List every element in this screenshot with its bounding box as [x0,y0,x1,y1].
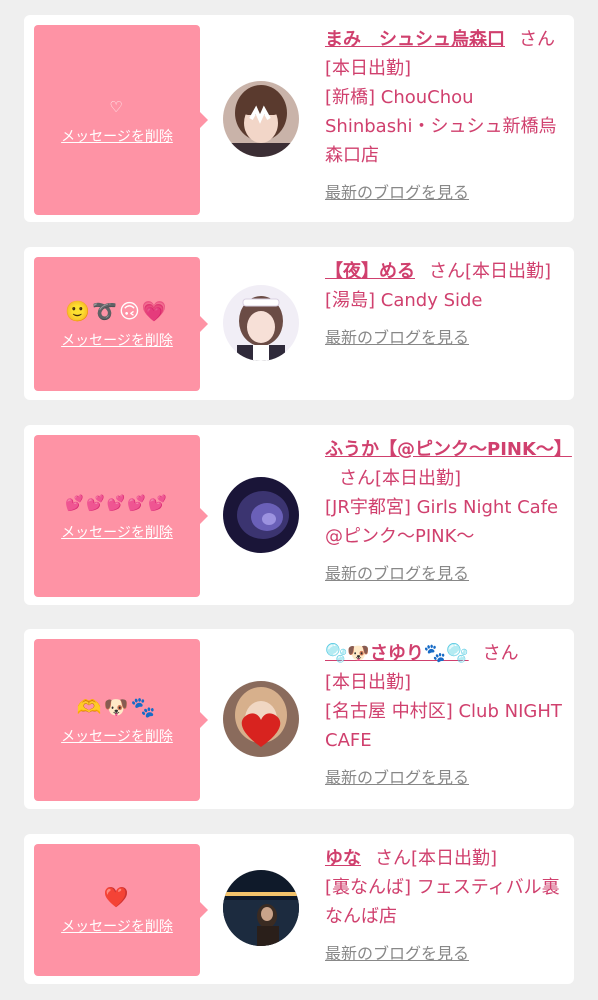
message-text: ❤️ [103,885,131,909]
night-river-photo-icon [223,870,299,946]
cast-name-link[interactable]: 【夜】める [325,261,415,282]
message-bubble: 🫶🐶🐾 メッセージを削除 [34,639,208,801]
delete-message-button[interactable]: メッセージを削除 [61,522,173,542]
shop-name: [湯島] Candy Side [325,290,483,311]
message-card: 🙂➰🙃💗 メッセージを削除 【夜】める さん[本日出勤] [湯島] Candy S… [24,247,574,400]
maid-costume-photo-icon [223,285,299,361]
latest-blog-link[interactable]: 最新のブログを見る [325,939,469,968]
honorific: さん [375,848,411,869]
shop-name: [名古屋 中村区] Club NIGHT CAFE [325,701,562,751]
message-text: 🙂➰🙃💗 [65,299,169,323]
message-bubble: ❤️ メッセージを削除 [34,844,208,976]
avatar[interactable] [223,477,299,553]
cast-name-link[interactable]: 🫧🐶さゆり🐾🫧 [325,643,469,664]
delete-message-button[interactable]: メッセージを削除 [61,330,173,350]
cast-info: ふうか【@ピンク〜PINK〜】さん[本日出勤] [JR宇都宮] Girls Ni… [325,435,572,588]
message-bubble: 🙂➰🙃💗 メッセージを削除 [34,257,208,391]
latest-blog-link[interactable]: 最新のブログを見る [325,323,469,352]
girl-peace-sign-photo-icon [223,81,299,157]
avatar[interactable] [223,681,299,757]
honorific: さん [339,468,375,489]
status: [本日出勤] [465,261,552,282]
honorific: さん [482,643,519,664]
latest-blog-link[interactable]: 最新のブログを見る [325,763,469,792]
message-text: ♡ [109,98,125,116]
cast-info: 【夜】める さん[本日出勤] [湯島] Candy Side 最新のブログを見る [325,257,563,352]
status: [本日出勤] [325,672,412,693]
latest-blog-link[interactable]: 最新のブログを見る [325,559,469,588]
message-card: ❤️ メッセージを削除 ゆな さん[本日出勤] [裏なんば] フェスティバル裏なん… [24,834,574,984]
honorific: さん [429,261,465,282]
cast-name-link[interactable]: ゆな [325,848,361,869]
avatar[interactable] [223,285,299,361]
cast-name-link[interactable]: ふうか【@ピンク〜PINK〜】 [325,439,572,460]
status: [本日出勤] [325,58,412,79]
message-bubble: ♡ メッセージを削除 [34,25,208,215]
message-text: 💕💕💕💕💕 [65,494,169,512]
message-card: 💕💕💕💕💕 メッセージを削除 ふうか【@ピンク〜PINK〜】さん[本日出勤] [… [24,425,574,605]
avatar[interactable] [223,81,299,157]
heart-covered-face-photo-icon [223,681,299,757]
avatar[interactable] [223,870,299,946]
dark-blue-photo-icon [223,477,299,553]
shop-name: [新橋] ChouChou Shinbashi・シュシュ新橋烏森口店 [325,87,557,166]
message-bubble: 💕💕💕💕💕 メッセージを削除 [34,435,208,597]
message-card: 🫶🐶🐾 メッセージを削除 🫧🐶さゆり🐾🫧 さん [本日出勤] [名古屋 中村区] C… [24,629,574,809]
delete-message-button[interactable]: メッセージを削除 [61,916,173,936]
delete-message-button[interactable]: メッセージを削除 [61,126,173,146]
message-text: 🫶🐶🐾 [76,695,158,719]
status: [本日出勤] [375,468,462,489]
shop-name: [JR宇都宮] Girls Night Cafe @ピンク〜PINK〜 [325,497,559,547]
shop-name: [裏なんば] フェスティバル裏なんば店 [325,877,560,927]
message-list: ♡ メッセージを削除 まみ シュシュ烏森口 さん[本日出勤] [新橋] ChouC… [0,0,598,1000]
status: [本日出勤] [411,848,498,869]
latest-blog-link[interactable]: 最新のブログを見る [325,178,469,207]
cast-name-link[interactable]: まみ シュシュ烏森口 [325,29,505,50]
delete-message-button[interactable]: メッセージを削除 [61,726,173,746]
cast-info: まみ シュシュ烏森口 さん [本日出勤] [新橋] ChouChou Shinbas… [325,25,563,207]
cast-info: ゆな さん[本日出勤] [裏なんば] フェスティバル裏なんば店 最新のブログを見る [325,844,563,968]
cast-info: 🫧🐶さゆり🐾🫧 さん [本日出勤] [名古屋 中村区] Club NIGHT CAF… [325,639,563,792]
honorific: さん [519,29,555,50]
message-card: ♡ メッセージを削除 まみ シュシュ烏森口 さん [本日出勤] [新橋] ChouC… [24,15,574,222]
